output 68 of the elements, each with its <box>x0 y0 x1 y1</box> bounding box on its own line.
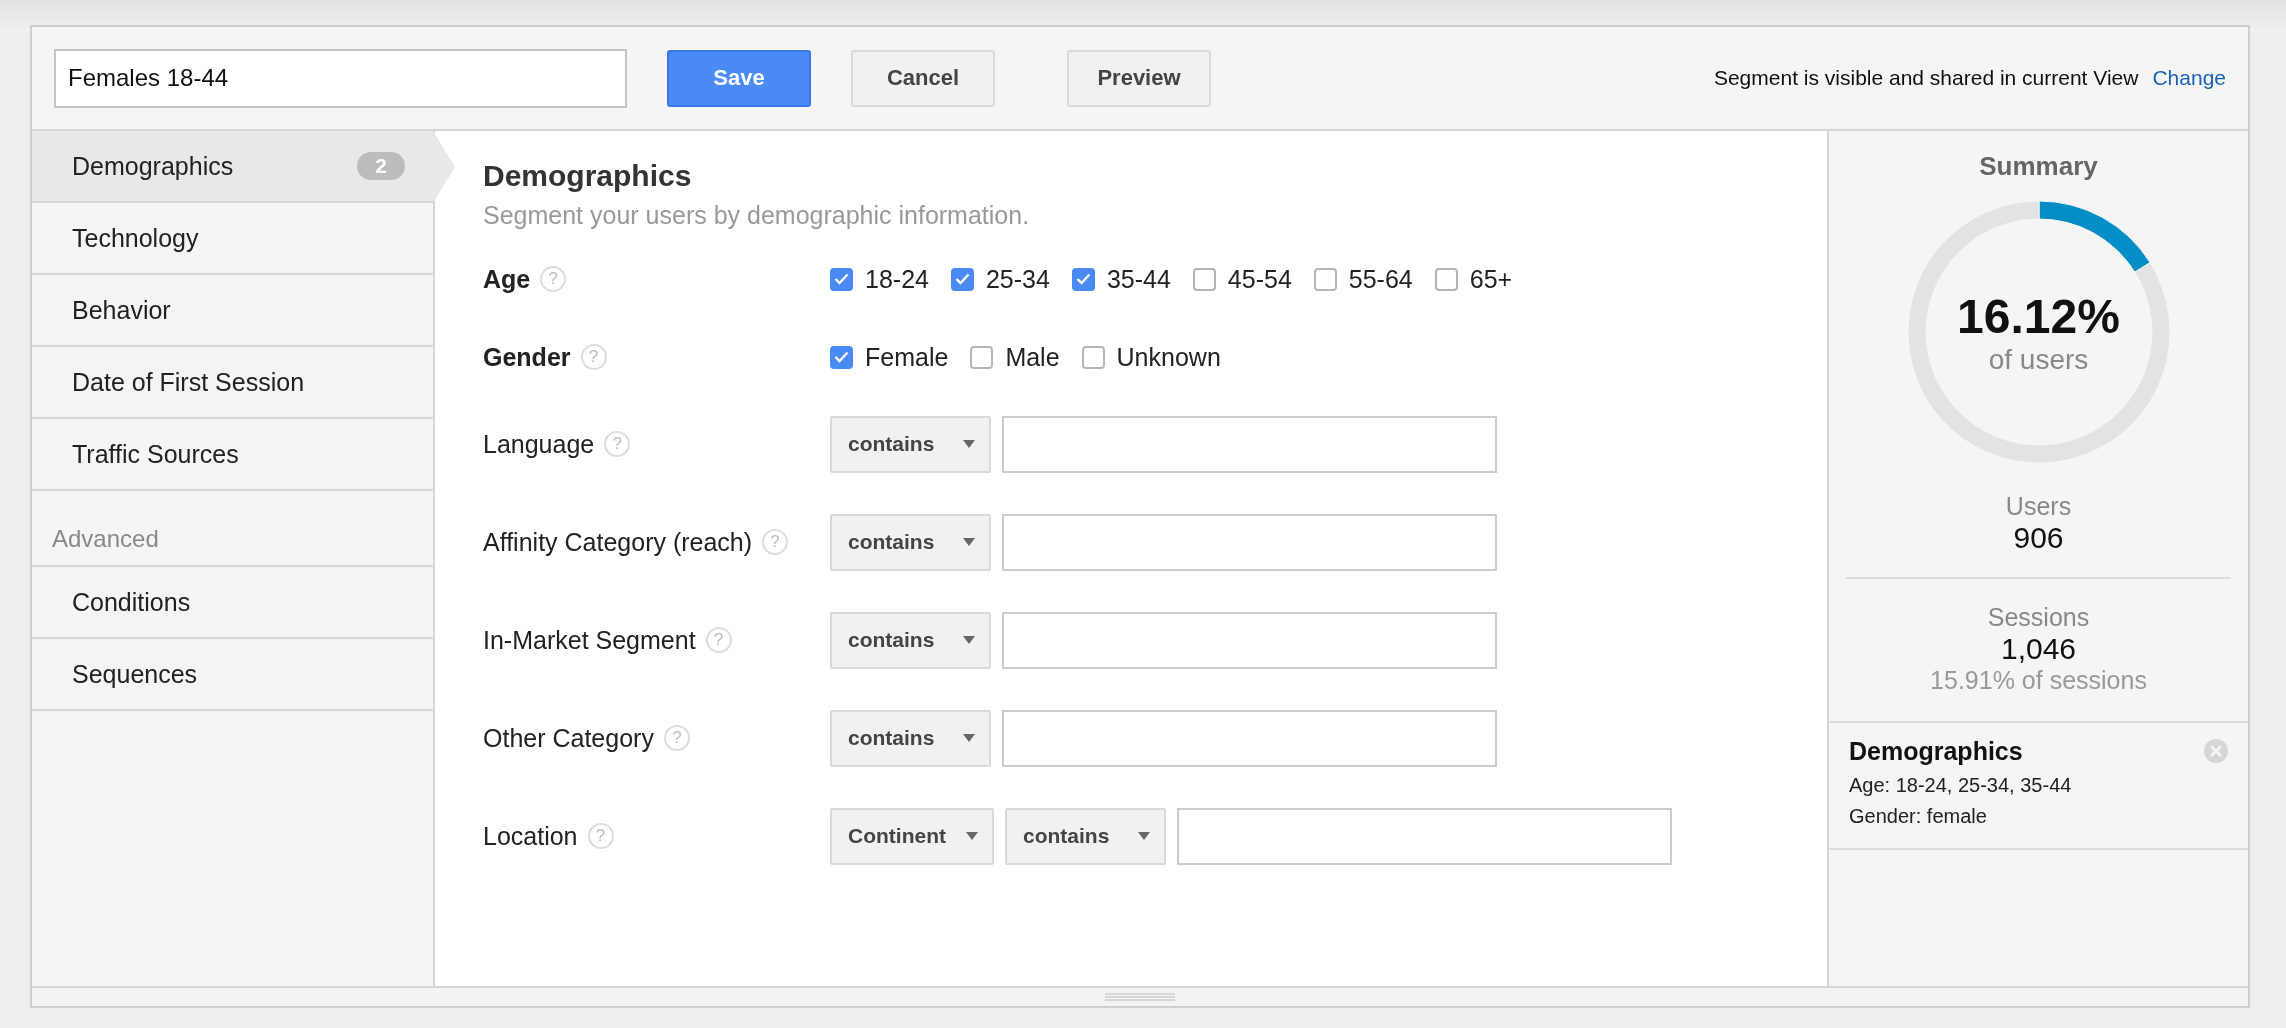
checkbox[interactable] <box>950 267 974 291</box>
caret-icon <box>966 832 978 840</box>
checkbox-label: Unknown <box>1116 342 1221 372</box>
section-title: Demographics <box>483 159 693 193</box>
caret-icon <box>963 538 975 546</box>
caret-icon <box>963 734 975 742</box>
checkbox[interactable] <box>970 345 994 369</box>
input-field[interactable] <box>1002 611 1497 669</box>
input-field[interactable] <box>1002 709 1497 767</box>
field-label: Other Category <box>483 723 654 753</box>
input-field[interactable] <box>1177 807 1672 865</box>
percent-caption: of users <box>1988 343 2089 376</box>
checkbox-label: Male <box>1005 342 1060 372</box>
checkbox-label: 55-64 <box>1348 264 1413 294</box>
dropdown[interactable]: Continent <box>830 807 994 865</box>
dropdown[interactable]: contains <box>830 709 991 767</box>
input-field[interactable] <box>1002 415 1497 473</box>
metric-share: 15.91% of sessions <box>1930 666 2147 695</box>
field-label: Location <box>483 821 578 851</box>
close-icon[interactable] <box>2204 739 2228 763</box>
checkbox-label: 18-24 <box>865 264 929 294</box>
checkbox[interactable] <box>1192 267 1216 291</box>
caret-icon <box>963 440 975 448</box>
section-subtitle: Segment your users by demographic information. <box>483 201 1031 230</box>
card-line: Age: 18-24, 25-34, 35-44 <box>1849 774 2073 797</box>
checkbox-label: 65+ <box>1469 264 1513 294</box>
checkbox[interactable] <box>830 267 853 291</box>
field-label: In-Market Segment <box>483 625 696 655</box>
change-link[interactable]: Change <box>2152 66 2226 90</box>
action-button[interactable]: Cancel <box>851 49 995 107</box>
action-button[interactable]: Preview <box>1067 49 1211 107</box>
checkbox-label: 25-34 <box>985 264 1050 294</box>
metric-value: 906 <box>2013 521 2064 555</box>
segment-name-field[interactable]: Females 18-44 <box>54 48 627 108</box>
percent-value: 16.12% <box>1957 288 2120 344</box>
dropdown[interactable]: contains <box>1005 807 1166 865</box>
checkbox[interactable] <box>1071 267 1095 291</box>
checkbox[interactable] <box>1313 267 1337 291</box>
summary-title: Summary <box>1979 151 2098 182</box>
visibility-text: Segment is visible and shared in current View <box>1713 66 2139 90</box>
count-badge: 2 <box>357 152 405 180</box>
sidebar-item[interactable]: Demographics 2 <box>32 131 455 203</box>
checkbox-label: 35-44 <box>1106 264 1171 294</box>
field-label: Affinity Category (reach) <box>483 527 753 557</box>
field-label: Language <box>483 429 595 459</box>
dropdown[interactable]: contains <box>830 415 991 473</box>
check-icon <box>834 351 849 363</box>
check-icon <box>1075 273 1091 285</box>
card-title: Demographics <box>1849 737 2023 766</box>
field-label: Gender <box>483 342 571 372</box>
metric-label: Users <box>2005 492 2072 521</box>
caret-icon <box>963 636 975 644</box>
dropdown[interactable]: contains <box>830 611 991 669</box>
field-label: Age <box>483 264 531 294</box>
resize-handle[interactable] <box>1105 993 1175 1001</box>
checkbox[interactable] <box>1081 345 1105 369</box>
dropdown[interactable]: contains <box>830 513 991 571</box>
checkbox[interactable] <box>830 345 853 369</box>
input-field[interactable] <box>1002 513 1497 571</box>
caret-icon <box>1138 832 1150 840</box>
checkbox[interactable] <box>1434 267 1458 291</box>
metric-label: Sessions <box>1987 603 2090 632</box>
check-icon <box>834 273 849 285</box>
checkbox-label: 45-54 <box>1227 264 1292 294</box>
check-icon <box>954 273 970 285</box>
card-line: Gender: female <box>1849 805 1988 828</box>
metric-value: 1,046 <box>2000 632 2077 666</box>
checkbox-label: Female <box>865 342 949 372</box>
